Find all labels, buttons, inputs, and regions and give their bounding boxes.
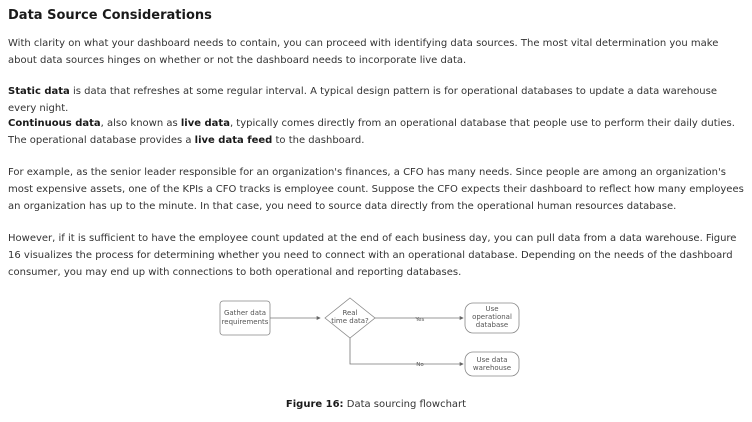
flowchart-arrow-no	[349, 338, 464, 366]
paragraph-static-data-text: is data that refreshes at some regular i…	[8, 86, 717, 114]
figure-caption: Figure 16: Data sourcing flowchart	[0, 399, 752, 410]
paragraph-continuous-text-1: , also known as	[100, 118, 181, 129]
term-live-data-feed: live data feed	[194, 135, 273, 146]
paragraph-continuous-data: Continuous data, also known as live data…	[8, 115, 748, 149]
data-sourcing-flowchart: Gather data requirements Real time data?…	[219, 297, 520, 377]
paragraph-cfo-example: For example, as the senior leader respon…	[8, 167, 744, 212]
flowchart-operational-line-1: Use	[485, 305, 498, 313]
figure-caption-text: Data sourcing flowchart	[343, 399, 467, 410]
paragraph-data-warehouse: However, if it is sufficient to have the…	[8, 233, 737, 278]
paragraph-static-data: Static data is data that refreshes at so…	[8, 83, 748, 117]
term-static-data: Static data	[8, 86, 70, 97]
flowchart-operational-line-2: operational	[472, 313, 512, 321]
flowchart-operational-line-3: database	[476, 321, 508, 329]
paragraph-intro: With clarity on what your dashboard need…	[8, 38, 719, 66]
flowchart-decision-line-1: Real	[342, 309, 357, 317]
figure-caption-label: Figure 16:	[285, 399, 344, 410]
flowchart-decision-line-2: time data?	[331, 317, 369, 325]
flowchart-start-line-2: requirements	[222, 318, 269, 326]
flowchart-no-label: No	[416, 362, 424, 368]
term-live-data: live data	[180, 118, 230, 129]
flowchart-warehouse-line-1: Use data	[476, 356, 507, 364]
term-continuous-data: Continuous data	[8, 118, 101, 129]
paragraph-continuous-text-3: to the dashboard.	[272, 135, 365, 146]
flowchart-start-line-1: Gather data	[224, 309, 266, 317]
section-heading: Data Source Considerations	[8, 8, 212, 23]
flowchart-yes-label: Yes	[415, 317, 425, 323]
flowchart-warehouse-line-2: warehouse	[473, 364, 511, 372]
document-page: Data Source Considerations With clarity …	[0, 0, 752, 422]
